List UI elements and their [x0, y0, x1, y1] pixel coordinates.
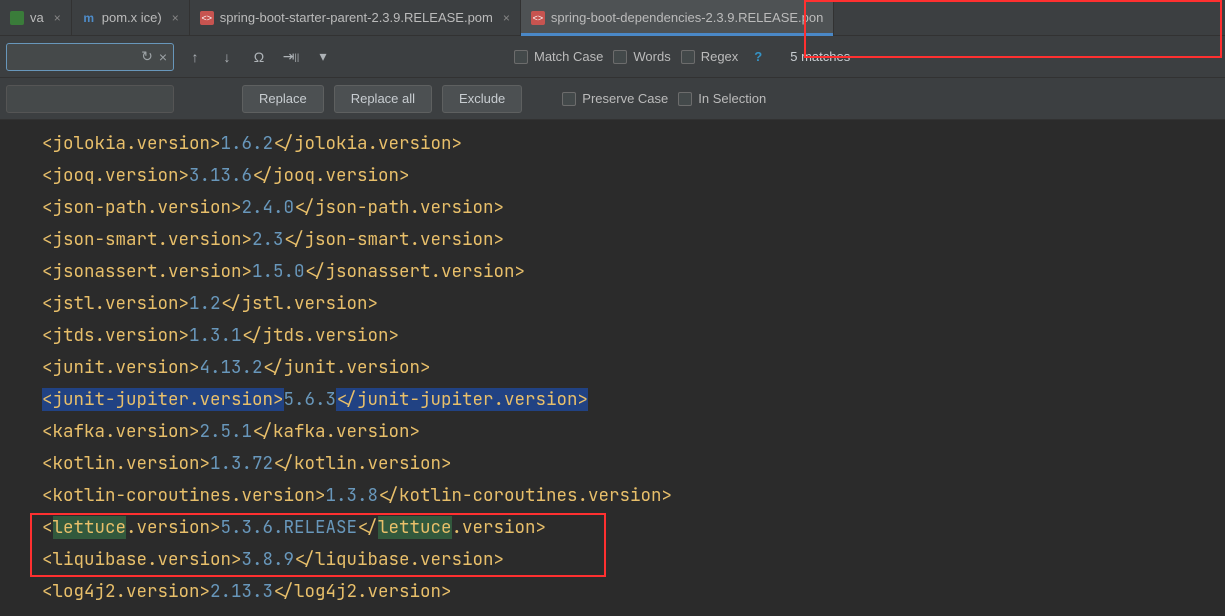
checkbox-label: Match Case [534, 49, 603, 64]
tab-label: va [30, 10, 44, 25]
code-line: <kafka.version>2.5.1</kafka.version> [0, 416, 1225, 448]
code-line: <kotlin.version>1.3.72</kotlin.version> [0, 448, 1225, 480]
close-icon[interactable]: × [54, 11, 61, 25]
search-input[interactable]: ↻ × [6, 43, 174, 71]
code-line: <json-smart.version>2.3</json-smart.vers… [0, 224, 1225, 256]
code-line: <jsonassert.version>1.5.0</jsonassert.ve… [0, 256, 1225, 288]
tab-label: pom.x ice) [102, 10, 162, 25]
pom-file-icon: <> [200, 11, 214, 25]
match-count: 5 matches [790, 49, 850, 64]
tab-starter-parent[interactable]: <> spring-boot-starter-parent-2.3.9.RELE… [190, 0, 521, 35]
find-toolbar: ↻ × ↑ ↓ Ω ⇥|| ▾ Match Case Words Regex ?… [0, 36, 1225, 78]
code-line: <jooq.version>3.13.6</jooq.version> [0, 160, 1225, 192]
preservecase-checkbox[interactable]: Preserve Case [562, 91, 668, 106]
checkbox-label: Preserve Case [582, 91, 668, 106]
exclude-button[interactable]: Exclude [442, 85, 522, 113]
help-icon[interactable]: ? [754, 49, 762, 64]
close-icon[interactable]: × [172, 11, 179, 25]
code-line-highlight: <junit-jupiter.version>5.6.3</junit-jupi… [0, 384, 1225, 416]
words-checkbox[interactable]: Words [613, 49, 670, 64]
checkbox-label: Regex [701, 49, 739, 64]
pom-file-icon: <> [531, 11, 545, 25]
code-line: <lettuce.version>5.3.6.RELEASE</lettuce.… [0, 512, 1225, 544]
code-line: <junit.version>4.13.2</junit.version> [0, 352, 1225, 384]
checkbox-icon [681, 50, 695, 64]
matchcase-checkbox[interactable]: Match Case [514, 49, 603, 64]
regex-checkbox[interactable]: Regex [681, 49, 739, 64]
tab-label: spring-boot-dependencies-2.3.9.RELEASE.p… [551, 10, 823, 25]
search-history-icon[interactable]: ↻ [141, 48, 153, 65]
code-line: <liquibase.version>3.8.9</liquibase.vers… [0, 544, 1225, 576]
java-file-icon [10, 11, 24, 25]
select-all-icon[interactable]: Ω [248, 46, 270, 68]
code-editor[interactable]: <jolokia.version>1.6.2</jolokia.version>… [0, 120, 1225, 608]
checkbox-icon [562, 92, 576, 106]
code-line: <json-path.version>2.4.0</json-path.vers… [0, 192, 1225, 224]
replace-all-button[interactable]: Replace all [334, 85, 432, 113]
new-line-icon[interactable]: ⇥|| [280, 46, 302, 68]
prev-match-icon[interactable]: ↑ [184, 46, 206, 68]
code-line: <jtds.version>1.3.1</jtds.version> [0, 320, 1225, 352]
inselection-checkbox[interactable]: In Selection [678, 91, 766, 106]
checkbox-label: Words [633, 49, 670, 64]
checkbox-label: In Selection [698, 91, 766, 106]
tab-java[interactable]: va × [0, 0, 72, 35]
code-line: <jstl.version>1.2</jstl.version> [0, 288, 1225, 320]
search-match: lettuce [53, 516, 127, 539]
maven-m-icon: m [82, 11, 96, 25]
replace-toolbar: Replace Replace all Exclude Preserve Cas… [0, 78, 1225, 120]
code-line: <kotlin-coroutines.version>1.3.8</kotlin… [0, 480, 1225, 512]
tab-label: spring-boot-starter-parent-2.3.9.RELEASE… [220, 10, 493, 25]
replace-button[interactable]: Replace [242, 85, 324, 113]
close-icon[interactable]: × [503, 11, 510, 25]
next-match-icon[interactable]: ↓ [216, 46, 238, 68]
checkbox-icon [514, 50, 528, 64]
search-match: lettuce [378, 516, 452, 539]
code-line: <jolokia.version>1.6.2</jolokia.version> [0, 128, 1225, 160]
checkbox-icon [678, 92, 692, 106]
replace-input[interactable] [6, 85, 174, 113]
tab-dependencies[interactable]: <> spring-boot-dependencies-2.3.9.RELEAS… [521, 0, 834, 35]
checkbox-icon [613, 50, 627, 64]
clear-search-icon[interactable]: × [159, 49, 167, 65]
tab-pom[interactable]: m pom.x ice) × [72, 0, 190, 35]
editor-tabs: va × m pom.x ice) × <> spring-boot-start… [0, 0, 1225, 36]
filter-icon[interactable]: ▾ [312, 46, 334, 68]
code-line: <log4j2.version>2.13.3</log4j2.version> [0, 576, 1225, 608]
